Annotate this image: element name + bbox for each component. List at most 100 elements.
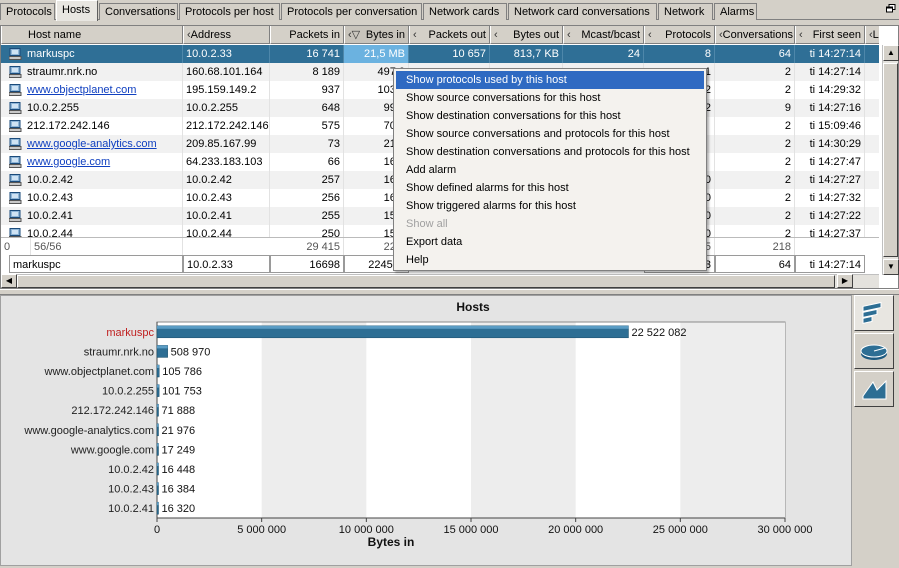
tab-protocols[interactable]: Protocols: [0, 3, 55, 20]
column-label: Bytes in: [365, 29, 405, 41]
column-header-protocols[interactable]: ‹ Protocols: [644, 26, 715, 44]
sort-arrow-icon: ‹: [799, 29, 803, 41]
cell-conversations: 2: [715, 135, 795, 153]
computer-icon: [9, 210, 22, 222]
column-header-first-seen[interactable]: ‹ First seen: [795, 26, 865, 44]
x-tick-label: 15 000 000: [443, 524, 498, 536]
column-header-packets-in[interactable]: Packets in: [270, 26, 344, 44]
scroll-left-button[interactable]: ◀: [1, 274, 17, 288]
tab-network[interactable]: Network: [658, 3, 713, 20]
vertical-scrollbar[interactable]: ▲ ▼: [882, 45, 899, 275]
cell-address: 10.0.2.43: [183, 189, 270, 207]
menu-item-show-destination-conversations-for-this-host[interactable]: Show destination conversations for this …: [394, 107, 706, 125]
line-chart-tab[interactable]: [854, 371, 894, 407]
cell-packets-in: 66: [270, 153, 344, 171]
column-header-bytes-out[interactable]: ‹ Bytes out: [490, 26, 563, 44]
tab-network-cards[interactable]: Network cards: [423, 3, 507, 20]
line-chart-icon: [862, 379, 887, 400]
cell-host: www.google.com: [1, 153, 183, 171]
tab-hosts[interactable]: Hosts: [56, 0, 98, 21]
column-header-address[interactable]: ‹ Address: [183, 26, 270, 44]
category-label: 10.0.2.255: [102, 386, 154, 398]
cell-value: 10 657: [452, 48, 486, 60]
tab-network-card-conversations[interactable]: Network card conversations: [508, 3, 657, 20]
restore-window-icon[interactable]: [886, 4, 896, 13]
cell-value: 9: [784, 102, 791, 114]
bar-value-label: 105 786: [162, 366, 202, 378]
cell-first-seen: ti 14:27:14: [795, 45, 865, 63]
cell-packets-in: 257: [270, 171, 344, 189]
menu-item-show-defined-alarms-for-this-host[interactable]: Show defined alarms for this host: [394, 179, 706, 197]
cell-packets-in: 256: [270, 189, 344, 207]
cell-value: 2: [784, 138, 791, 150]
bar-chart-tab[interactable]: [854, 295, 894, 331]
menu-item-show-triggered-alarms-for-this-host[interactable]: Show triggered alarms for this host: [394, 197, 706, 215]
scroll-thumb[interactable]: [883, 63, 898, 257]
pie-chart-tab[interactable]: [854, 333, 894, 369]
menu-item-show-source-conversations-for-this-host[interactable]: Show source conversations for this host: [394, 89, 706, 107]
cell-value: ti 14:27:16: [809, 102, 861, 114]
host-name[interactable]: www.google-analytics.com: [27, 138, 157, 150]
bar-highlight: [157, 443, 159, 447]
cell-first-seen: ti 14:27:32: [795, 189, 865, 207]
cell-first-seen: ti 14:27:27: [795, 171, 865, 189]
tab-conversations[interactable]: Conversations: [99, 3, 178, 20]
summary-conversations: 218: [715, 238, 795, 256]
column-header-bytes-in[interactable]: ‹▽ Bytes in: [344, 26, 409, 44]
bar-highlight: [157, 423, 159, 427]
bar-highlight: [157, 482, 159, 486]
column-header-packets-out[interactable]: ‹ Packets out: [409, 26, 490, 44]
cell-value: ti 14:29:32: [809, 84, 861, 96]
tab-protocols-per-conversation[interactable]: Protocols per conversation: [281, 3, 422, 20]
cell-mcast: 24: [563, 45, 644, 63]
column-header-mcast-bcast[interactable]: ‹ Mcast/bcast: [563, 26, 644, 44]
sort-arrow-icon: ‹: [648, 29, 652, 41]
cell-value: 24: [627, 48, 640, 60]
menu-item-help[interactable]: Help: [394, 251, 706, 269]
cell-address: 64.233.183.103: [183, 153, 270, 171]
menu-item-export-data[interactable]: Export data: [394, 233, 706, 251]
sort-arrow-icon: ‹: [567, 29, 571, 41]
category-label: 10.0.2.42: [108, 464, 154, 476]
scroll-down-button[interactable]: ▼: [883, 259, 899, 275]
tab-protocols-per-host[interactable]: Protocols per host: [179, 3, 280, 20]
column-header-la[interactable]: ‹ La: [865, 26, 879, 44]
cell-first-seen: ti 14:30:29: [795, 135, 865, 153]
bar-value-label: 21 976: [162, 425, 196, 437]
menu-item-add-alarm[interactable]: Add alarm: [394, 161, 706, 179]
column-header-host-name[interactable]: Host name: [1, 26, 183, 44]
cell-packets-in: 73: [270, 135, 344, 153]
filter-packets-in-input[interactable]: 16698: [270, 255, 344, 273]
hscroll-thumb[interactable]: [17, 275, 835, 288]
menu-item-show-destination-conversations-and-protocols-for-this-host[interactable]: Show destination conversations and proto…: [394, 143, 706, 161]
bar-chart-icon: [862, 301, 882, 324]
menu-item-show-protocols-used-by-this-host[interactable]: Show protocols used by this host: [396, 71, 704, 89]
cell-value: 255: [321, 210, 340, 222]
cell-packets-in: 255: [270, 207, 344, 225]
column-header-conversations[interactable]: ‹ Conversations: [715, 26, 795, 44]
host-name[interactable]: www.objectplanet.com: [27, 84, 136, 96]
cell-value: 64.233.183.103: [186, 156, 263, 168]
scroll-up-button[interactable]: ▲: [883, 45, 899, 61]
cell-value: 648: [321, 102, 340, 114]
table-row[interactable]: markuspc 10.0.2.33 16 741 21,5 MB 10 657 813,…: [1, 45, 879, 63]
menu-item-show-source-conversations-and-protocols-for-this-host[interactable]: Show source conversations and protocols …: [394, 125, 706, 143]
filter-conversations-input[interactable]: 64: [715, 255, 795, 273]
cell-value: ti 14:27:14: [809, 66, 861, 78]
scroll-right-button[interactable]: ▶: [837, 274, 853, 288]
tab-alarms[interactable]: Alarms: [714, 3, 757, 20]
filter-address-input[interactable]: 10.0.2.33: [183, 255, 270, 273]
computer-icon: [9, 120, 22, 132]
host-name[interactable]: www.google.com: [27, 156, 110, 168]
computer-icon: [9, 138, 22, 150]
grid-band: [471, 322, 576, 518]
filter-host-input[interactable]: markuspc: [9, 255, 183, 273]
bar-highlight: [157, 463, 159, 466]
cell-host: 10.0.2.42: [1, 171, 183, 189]
category-label: markuspc: [106, 327, 154, 339]
cell-conversations: 2: [715, 189, 795, 207]
bar-highlight: [157, 502, 159, 506]
host-name: markuspc: [27, 48, 75, 60]
filter-first-seen-input[interactable]: ti 14:27:14: [795, 255, 865, 273]
horizontal-scrollbar[interactable]: ◀ ▶: [1, 274, 879, 288]
